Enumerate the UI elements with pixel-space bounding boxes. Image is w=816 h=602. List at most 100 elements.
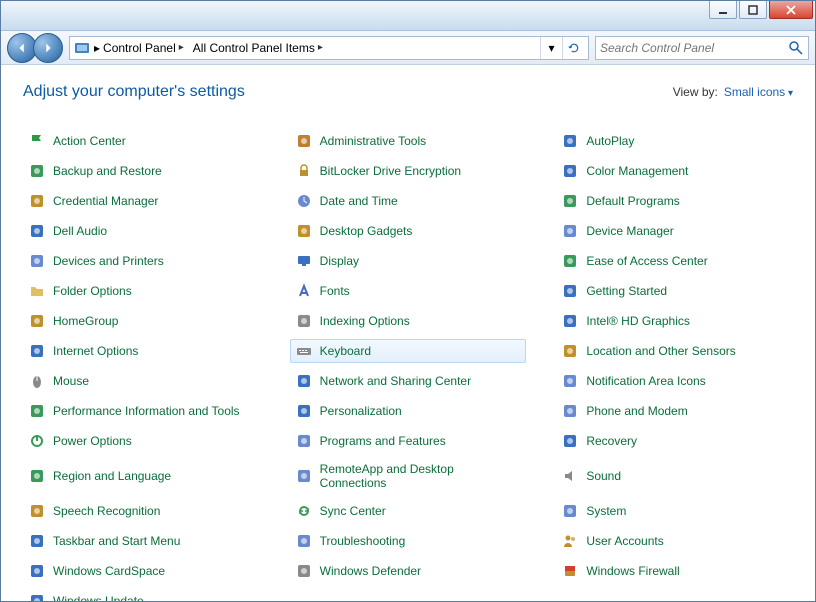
item-system[interactable]: System [556,499,793,523]
item-sync[interactable]: Sync Center [290,499,527,523]
view-by-select[interactable]: Small icons [724,85,793,99]
maximize-button[interactable] [739,1,767,19]
item-label: Recovery [586,434,637,448]
item-font[interactable]: Fonts [290,279,527,303]
system-icon [561,502,579,520]
item-label: Windows Update [53,594,144,601]
item-label: User Accounts [586,534,663,548]
fire-icon [561,562,579,580]
item-prog[interactable]: Programs and Features [290,429,527,453]
item-phone[interactable]: Phone and Modem [556,399,793,423]
item-label: Sync Center [320,504,386,518]
close-button[interactable] [769,1,813,19]
item-lock[interactable]: BitLocker Drive Encryption [290,159,527,183]
page-title: Adjust your computer's settings [23,83,245,101]
item-power[interactable]: Power Options [23,429,260,453]
item-clock[interactable]: Date and Time [290,189,527,213]
item-device[interactable]: Device Manager [556,219,793,243]
item-pers[interactable]: Personalization [290,399,527,423]
heading-row: Adjust your computer's settings View by:… [23,83,793,101]
breadcrumb-control-panel[interactable]: Control Panel▸ [100,41,190,55]
view-by: View by: Small icons [673,85,793,99]
item-printer[interactable]: Devices and Printers [23,249,260,273]
item-index[interactable]: Indexing Options [290,309,527,333]
item-label: Device Manager [586,224,673,238]
card-icon [28,562,46,580]
item-tools[interactable]: Administrative Tools [290,129,527,153]
item-start[interactable]: Getting Started [556,279,793,303]
item-folder[interactable]: Folder Options [23,279,260,303]
item-label: Notification Area Icons [586,374,705,388]
item-ease[interactable]: Ease of Access Center [556,249,793,273]
item-sound[interactable]: Sound [556,459,793,493]
item-backup[interactable]: Backup and Restore [23,159,260,183]
items-grid: Action Center Administrative Tools AutoPla… [23,129,793,601]
chevron-right-icon: ▸ [318,42,323,53]
item-label: Backup and Restore [53,164,162,178]
display-icon [295,252,313,270]
control-panel-icon [74,40,90,56]
item-label: Sound [586,469,621,483]
ease-icon [561,252,579,270]
item-flag[interactable]: Action Center [23,129,260,153]
item-label: Power Options [53,434,132,448]
item-trouble[interactable]: Troubleshooting [290,529,527,553]
item-home[interactable]: HomeGroup [23,309,260,333]
address-bar[interactable]: ▸ Control Panel▸ All Control Panel Items… [69,36,589,60]
minimize-button[interactable] [709,1,737,19]
item-perf[interactable]: Performance Information and Tools [23,399,260,423]
item-label: Desktop Gadgets [320,224,413,238]
breadcrumb-label: Control Panel [103,41,176,55]
item-play[interactable]: AutoPlay [556,129,793,153]
item-remote[interactable]: RemoteApp and Desktop Connections [290,459,527,493]
clock-icon [295,192,313,210]
item-recov[interactable]: Recovery [556,429,793,453]
item-label: Mouse [53,374,89,388]
item-update[interactable]: Windows Update [23,589,260,601]
item-region[interactable]: Region and Language [23,459,260,493]
audio-icon [28,222,46,240]
refresh-button[interactable] [562,37,584,59]
item-label: Taskbar and Start Menu [53,534,180,548]
update-icon [28,592,46,601]
speech-icon [28,502,46,520]
sound-icon [561,467,579,485]
item-safe[interactable]: Credential Manager [23,189,260,213]
item-color[interactable]: Color Management [556,159,793,183]
item-speech[interactable]: Speech Recognition [23,499,260,523]
mouse-icon [28,372,46,390]
item-taskbar[interactable]: Taskbar and Start Menu [23,529,260,553]
item-label: Windows Firewall [586,564,679,578]
defend-icon [295,562,313,580]
item-default[interactable]: Default Programs [556,189,793,213]
item-card[interactable]: Windows CardSpace [23,559,260,583]
item-label: Action Center [53,134,126,148]
item-fire[interactable]: Windows Firewall [556,559,793,583]
item-gadget[interactable]: Desktop Gadgets [290,219,527,243]
item-loc[interactable]: Location and Other Sensors [556,339,793,363]
index-icon [295,312,313,330]
item-defend[interactable]: Windows Defender [290,559,527,583]
item-net[interactable]: Internet Options [23,339,260,363]
forward-button[interactable] [33,33,63,63]
search-input[interactable] [600,41,788,55]
search-icon [788,40,804,56]
dropdown-button[interactable]: ▾ [540,37,562,59]
item-mouse[interactable]: Mouse [23,369,260,393]
content-area: Adjust your computer's settings View by:… [1,65,815,601]
default-icon [561,192,579,210]
item-notify[interactable]: Notification Area Icons [556,369,793,393]
remote-icon [295,467,313,485]
item-keyboard[interactable]: Keyboard [290,339,527,363]
item-intel[interactable]: Intel® HD Graphics [556,309,793,333]
region-icon [28,467,46,485]
item-display[interactable]: Display [290,249,527,273]
item-audio[interactable]: Dell Audio [23,219,260,243]
keyboard-icon [295,342,313,360]
item-network[interactable]: Network and Sharing Center [290,369,527,393]
font-icon [295,282,313,300]
search-box[interactable] [595,36,809,60]
item-users[interactable]: User Accounts [556,529,793,553]
item-label: Programs and Features [320,434,446,448]
breadcrumb-all-items[interactable]: All Control Panel Items▸ [190,41,329,55]
